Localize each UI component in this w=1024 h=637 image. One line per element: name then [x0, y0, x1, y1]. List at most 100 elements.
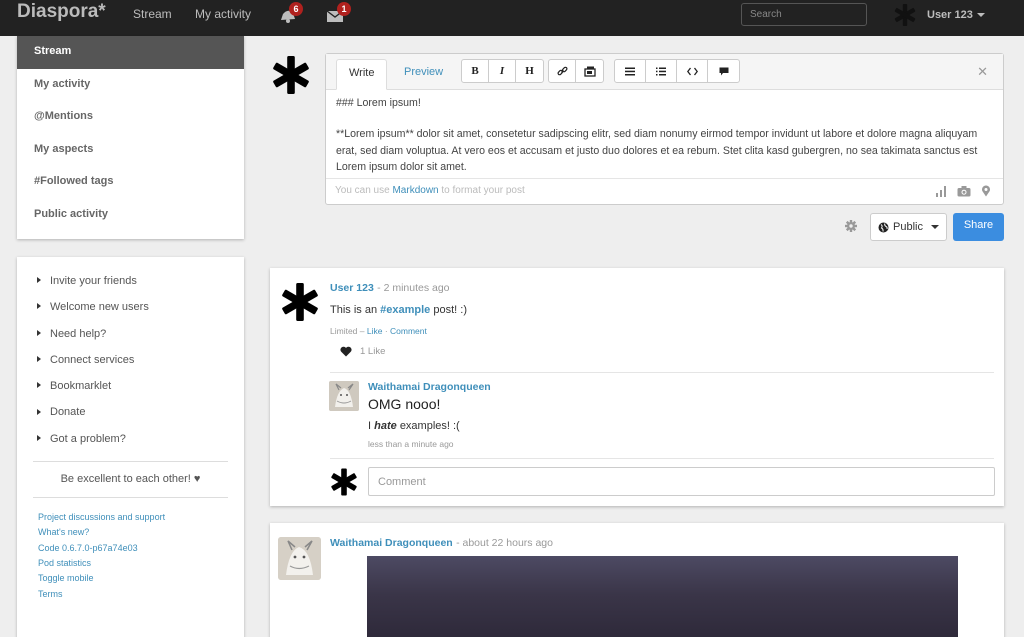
triangle-right-icon [37, 329, 41, 336]
messages-badge: 1 [337, 2, 351, 16]
location-icon[interactable] [981, 185, 991, 197]
triangle-right-icon [37, 382, 41, 389]
markdown-link[interactable]: Markdown [392, 185, 438, 196]
footer-link-pod-statistics[interactable]: Pod statistics [38, 556, 244, 571]
author-avatar-icon[interactable] [279, 281, 321, 323]
bullet-list-button[interactable] [646, 60, 677, 82]
sidebar-item-public-activity[interactable]: Public activity [17, 199, 244, 232]
link-connect-services[interactable]: Connect services [37, 348, 244, 374]
author-avatar[interactable] [278, 537, 321, 580]
post-image[interactable] [367, 556, 958, 637]
comment-emphasis: hate [374, 420, 397, 432]
user-avatar-icon [894, 4, 916, 26]
nav-my-activity[interactable]: My activity [195, 7, 251, 21]
footer-link-toggle-mobile[interactable]: Toggle mobile [38, 571, 244, 586]
list-icon [625, 67, 635, 75]
comment-input[interactable] [368, 467, 995, 496]
post-time[interactable]: about 22 hours ago [462, 537, 553, 549]
tab-preview[interactable]: Preview [392, 59, 455, 90]
globe-icon [878, 222, 889, 232]
camera-icon[interactable] [957, 185, 971, 197]
user-menu[interactable]: User 123 [893, 0, 985, 30]
format-group-insert [548, 59, 604, 83]
link-welcome-users[interactable]: Welcome new users [37, 295, 244, 321]
code-icon [686, 67, 698, 75]
tab-write[interactable]: Write [336, 59, 388, 90]
footer-link-discussions[interactable]: Project discussions and support [38, 510, 244, 525]
notifications-badge: 6 [289, 2, 303, 16]
nav-stream[interactable]: Stream [133, 7, 172, 21]
link-need-help[interactable]: Need help? [37, 322, 244, 348]
sidebar-item-followed-tags[interactable]: #Followed tags [17, 166, 244, 199]
link-bookmarklet[interactable]: Bookmarklet [37, 374, 244, 400]
markdown-hint-suffix: to format your post [441, 185, 525, 196]
top-navbar: Diaspora* Stream My activity 6 1 User 12… [0, 0, 1024, 36]
comment-author[interactable]: Waithamai Dragonqueen [368, 381, 491, 393]
italic-button[interactable]: I [489, 60, 516, 82]
bold-button[interactable]: B [462, 60, 489, 82]
format-group-lists [614, 59, 740, 83]
own-avatar-icon [331, 468, 357, 496]
link-donate[interactable]: Donate [37, 400, 244, 426]
like-link[interactable]: Like [367, 326, 383, 336]
link-got-a-problem[interactable]: Got a problem? [37, 427, 244, 453]
chevron-down-icon [976, 13, 985, 18]
aspect-label: Public [893, 221, 923, 233]
post-header: User 123 - 2 minutes ago [330, 280, 450, 294]
stream-post: User 123 - 2 minutes ago This is an #exa… [270, 268, 1004, 506]
bullet-list-icon [656, 67, 666, 75]
comment-avatar[interactable] [329, 381, 359, 411]
comment-time[interactable]: less than a minute ago [368, 439, 454, 449]
hashtag-link[interactable]: #example [380, 304, 430, 316]
publisher-textarea[interactable]: ### Lorem ipsum! **Lorem ipsum** dolor s… [326, 90, 1003, 180]
format-group-text: B I H [461, 59, 544, 83]
close-icon[interactable]: ✕ [977, 64, 988, 80]
likes-count[interactable]: 1 Like [360, 346, 385, 357]
comment-link[interactable]: Comment [390, 326, 427, 336]
post-author[interactable]: Waithamai Dragonqueen [330, 537, 453, 549]
sidebar-item-my-activity[interactable]: My activity [17, 69, 244, 102]
poll-icon[interactable] [935, 185, 947, 197]
footer-link-whats-new[interactable]: What's new? [38, 525, 244, 540]
publisher: Write Preview B I H ✕ ### Lorem ipsum! *… [325, 53, 1004, 205]
post-body-text: post! :) [433, 304, 467, 316]
aspect-dropdown[interactable]: Public [870, 213, 947, 241]
quote-button[interactable] [708, 60, 739, 82]
publisher-text-line: ### Lorem ipsum! [336, 97, 421, 109]
left-navigation: Stream My activity @Mentions My aspects … [17, 36, 244, 239]
list-button[interactable] [615, 60, 646, 82]
image-button[interactable] [576, 60, 603, 82]
dragon-avatar-icon [278, 537, 321, 580]
code-button[interactable] [677, 60, 708, 82]
heart-icon [340, 346, 352, 357]
stream-post: Waithamai Dragonqueen - about 22 hours a… [270, 523, 1004, 637]
footer-link-terms[interactable]: Terms [38, 587, 244, 602]
post-author[interactable]: User 123 [330, 282, 374, 294]
footer-links: Project discussions and support What's n… [17, 498, 244, 602]
post-header: Waithamai Dragonqueen - about 22 hours a… [330, 535, 553, 549]
share-button[interactable]: Share [953, 213, 1004, 241]
divider [330, 458, 994, 459]
comment-bubble-icon [719, 67, 728, 75]
sidebar-item-stream[interactable]: Stream [17, 36, 244, 69]
sidebar-item-mentions[interactable]: @Mentions [17, 101, 244, 134]
search-input[interactable] [741, 3, 867, 26]
post-meta: Limited – Like · Comment [330, 326, 427, 336]
sidebar-item-my-aspects[interactable]: My aspects [17, 134, 244, 167]
user-name: User 123 [927, 9, 985, 21]
triangle-right-icon [37, 277, 41, 284]
link-button[interactable] [549, 60, 576, 82]
dragon-avatar-icon [329, 381, 359, 411]
triangle-right-icon [37, 434, 41, 441]
triangle-right-icon [37, 408, 41, 415]
link-invite-friends[interactable]: Invite your friends [37, 269, 244, 295]
post-scope: Limited [330, 326, 358, 336]
post-time[interactable]: 2 minutes ago [384, 282, 450, 294]
heading-button[interactable]: H [516, 60, 543, 82]
brand-logo[interactable]: Diaspora* [17, 1, 106, 23]
footer-link-code[interactable]: Code 0.6.7.0-p67a74e03 [38, 541, 244, 556]
gear-icon[interactable] [845, 220, 857, 232]
publisher-footer: You can use Markdown to format your post [326, 178, 1003, 204]
publisher-avatar-icon [273, 56, 309, 94]
publisher-text-paragraph: **Lorem ipsum** dolor sit amet, consetet… [336, 128, 978, 173]
